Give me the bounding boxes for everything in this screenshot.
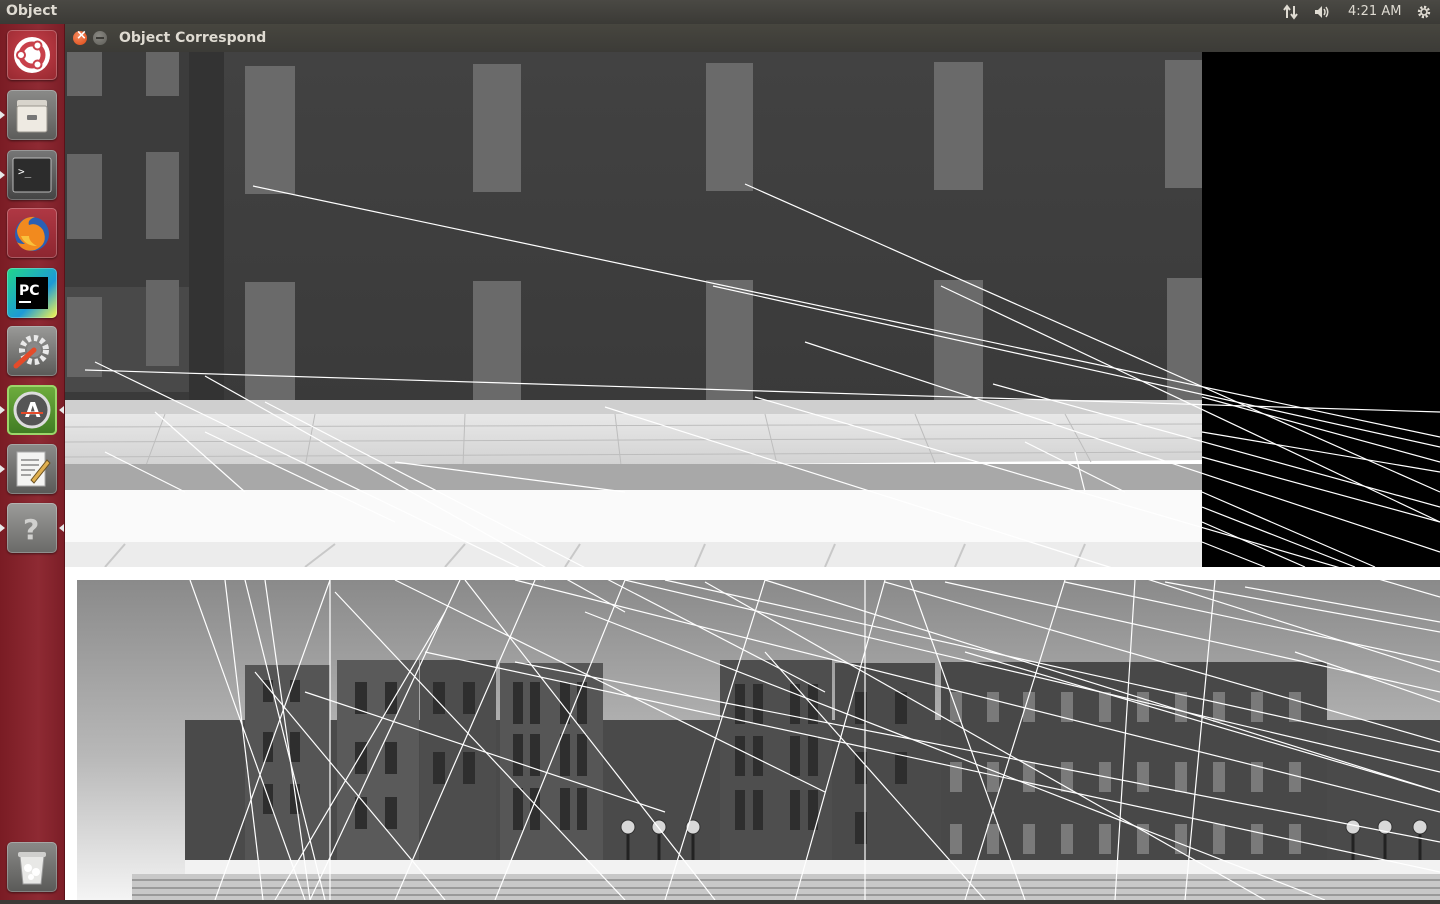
- svg-text:A: A: [25, 398, 41, 422]
- pycharm-icon: PC: [16, 277, 48, 309]
- launcher-item-software-updater[interactable]: A: [7, 385, 57, 435]
- firefox-icon: [15, 216, 49, 251]
- launcher-item-files[interactable]: [7, 90, 57, 140]
- launcher-item-pycharm[interactable]: PC: [7, 268, 57, 318]
- clock[interactable]: 4:21 AM: [1348, 4, 1401, 19]
- launcher: >_ PC A ?: [0, 24, 65, 900]
- trash-icon: [18, 852, 46, 885]
- launcher-item-text-editor[interactable]: [7, 444, 57, 494]
- window-title: Object Correspond: [119, 30, 267, 46]
- top-panel: Object 4:21 AM: [0, 0, 1440, 24]
- svg-text:>_: >_: [18, 165, 32, 178]
- correspondence-canvas: [64, 52, 1440, 901]
- query-image: [64, 52, 1203, 568]
- network-arrows-icon[interactable]: [1282, 3, 1300, 21]
- launcher-item-firefox[interactable]: [7, 208, 57, 258]
- software-updater-icon: A: [13, 391, 51, 429]
- launcher-item-help[interactable]: ?: [7, 503, 57, 553]
- ubuntu-logo-icon: [14, 37, 50, 73]
- window-titlebar[interactable]: Object Correspond: [65, 24, 1440, 52]
- launcher-item-terminal[interactable]: >_: [7, 150, 57, 200]
- reference-image: [77, 580, 1440, 900]
- launcher-item-system-settings[interactable]: [7, 326, 57, 376]
- launcher-item-trash[interactable]: [7, 842, 57, 892]
- settings-gear-icon[interactable]: [1415, 3, 1433, 21]
- launcher-item-dash[interactable]: [7, 30, 57, 80]
- window-minimize-button[interactable]: [93, 31, 107, 45]
- file-cabinet-icon: [16, 100, 48, 133]
- terminal-icon: >_: [12, 157, 52, 193]
- window-close-button[interactable]: [73, 28, 87, 45]
- help-icon: ?: [23, 513, 39, 546]
- volume-icon[interactable]: [1313, 3, 1331, 21]
- correspondence-view: [64, 52, 1440, 901]
- active-app-name: Object: [6, 3, 58, 19]
- settings-wrench-icon: [13, 335, 49, 369]
- svg-text:PC: PC: [19, 283, 40, 299]
- text-editor-icon: [16, 451, 51, 487]
- svg-text:?: ?: [23, 513, 39, 546]
